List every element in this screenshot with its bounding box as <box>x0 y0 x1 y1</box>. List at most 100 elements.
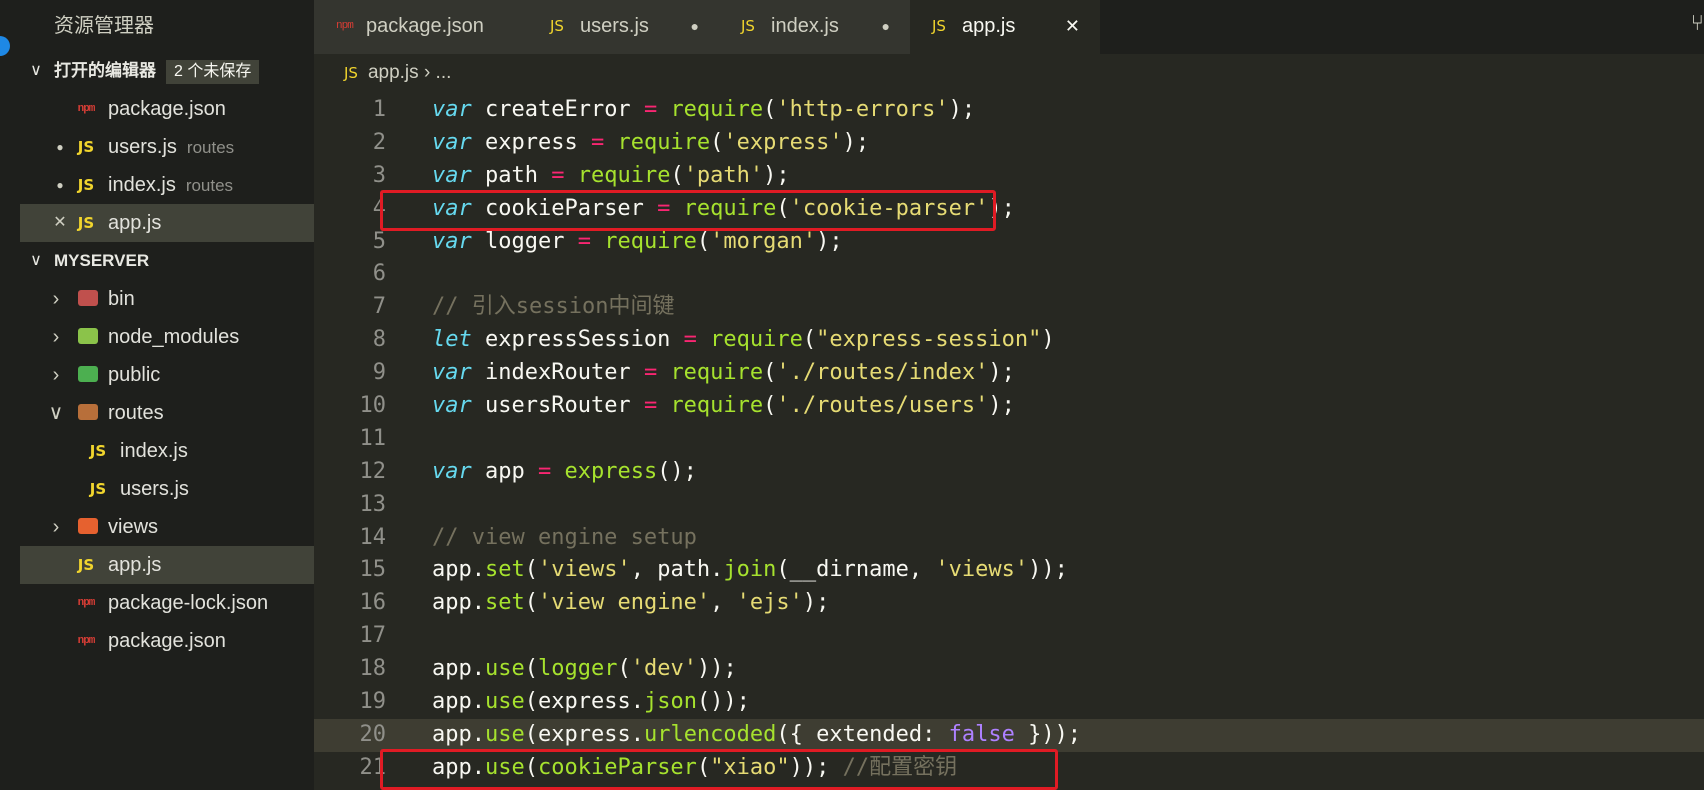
code-token: logger <box>537 656 618 682</box>
code-token: require <box>670 360 764 386</box>
line-number: 7 <box>372 294 386 320</box>
file-item[interactable]: JS app.js <box>20 546 314 584</box>
open-editors-header[interactable]: ∨ 打开的编辑器 2 个未保存 <box>20 52 314 90</box>
code-token: 'morgan' <box>710 228 817 254</box>
folder-item[interactable]: › node_modules <box>20 318 314 356</box>
code-line: 13 <box>314 489 1704 522</box>
close-icon[interactable]: ✕ <box>50 204 70 242</box>
line-number: 6 <box>372 261 386 287</box>
code-token: var <box>432 195 485 221</box>
code-token: var <box>432 228 485 254</box>
tab-index-js[interactable]: JS index.js ● <box>719 0 911 54</box>
activity-bar <box>0 0 20 790</box>
file-item[interactable]: npm package.json <box>20 622 314 660</box>
breadcrumb: JS app.js › ... <box>344 58 451 88</box>
line-content: var cookieParser = require('cookie-parse… <box>432 193 1015 226</box>
code-token: use <box>484 754 525 780</box>
breadcrumb-more[interactable]: ... <box>436 62 452 83</box>
code-token: ( <box>776 195 790 221</box>
file-label: package-lock.json <box>108 592 269 614</box>
breadcrumb-file[interactable]: app.js <box>368 62 419 83</box>
code-token: = <box>577 228 591 254</box>
account-badge[interactable] <box>0 36 10 56</box>
tab-label: package.json <box>366 15 484 37</box>
code-token: 'cookie-parser' <box>789 195 989 221</box>
code-token: var <box>432 97 485 122</box>
source-control-icon[interactable]: ⑂ <box>1691 10 1704 36</box>
close-icon[interactable]: ✕ <box>1065 0 1080 52</box>
code-token: expressSession <box>484 327 684 353</box>
line-content: var app = express(); <box>432 456 697 489</box>
code-lines: 1 var createError = require('http-errors'… <box>314 94 1704 785</box>
folder-item[interactable]: ∨ routes <box>20 394 314 432</box>
file-label: routes <box>108 402 164 424</box>
open-editors-label: 打开的编辑器 <box>54 61 156 80</box>
js-file-icon: JS <box>77 176 95 194</box>
npm-file-icon: npm <box>77 597 96 609</box>
code-token: ({ extended: <box>776 721 949 747</box>
folder-item[interactable]: › views <box>20 508 314 546</box>
code-line: 16 app.set('view engine', 'ejs'); <box>314 587 1704 620</box>
tab-users-js[interactable]: JS users.js ● <box>528 0 720 54</box>
file-label: index.js <box>120 440 188 462</box>
code-token: = <box>590 129 605 155</box>
line-number: 15 <box>359 557 387 583</box>
code-token: var <box>432 393 485 419</box>
open-editor-item[interactable]: ● JS users.js routes <box>20 128 314 166</box>
code-token: 'view engine' <box>537 590 711 616</box>
code-token: json <box>643 689 697 715</box>
code-token: require <box>577 162 671 188</box>
code-token: = <box>657 195 671 221</box>
code-token: = <box>643 393 658 419</box>
code-token: false <box>948 721 1015 747</box>
file-item[interactable]: JS users.js <box>20 470 314 508</box>
folder-bin-icon <box>78 290 98 306</box>
code-line: 4 var cookieParser = require('cookie-pars… <box>314 193 1704 226</box>
code-token: 'express' <box>723 129 843 155</box>
code-token: var <box>432 162 485 188</box>
line-content: var usersRouter = require('./routes/user… <box>432 390 1015 423</box>
code-token: path <box>484 162 552 188</box>
folder-item[interactable]: › bin <box>20 280 314 318</box>
code-token: ( <box>763 360 777 386</box>
folder-item[interactable]: › public <box>20 356 314 394</box>
code-line: 14 // view engine setup <box>314 522 1704 555</box>
line-number: 11 <box>359 425 387 451</box>
code-token: require <box>710 327 803 353</box>
open-editor-item[interactable]: ● JS index.js routes <box>20 166 314 204</box>
open-editor-item[interactable]: ✕ JS app.js <box>20 204 314 242</box>
code-editor[interactable]: 1 var createError = require('http-errors'… <box>314 94 1704 790</box>
project-header[interactable]: ∨ MYSERVER <box>20 242 314 280</box>
code-token: 'views' <box>537 557 631 583</box>
code-line: 2 var express = require('express'); <box>314 127 1704 160</box>
code-line: 12 var app = express(); <box>314 456 1704 489</box>
npm-file-icon: npm <box>336 20 354 32</box>
tab-package-json[interactable]: npm package.json <box>314 0 529 54</box>
code-token: ); <box>988 195 1015 221</box>
code-token: // view engine setup <box>432 524 697 550</box>
file-item[interactable]: npm package-lock.json <box>20 584 314 622</box>
line-content: app.use(express.urlencoded({ extended: f… <box>432 719 1081 752</box>
unsaved-dot-icon: ● <box>881 18 890 34</box>
code-token: use <box>484 689 525 715</box>
tab-app-js[interactable]: JS app.js ✕ <box>910 0 1101 54</box>
file-folder-hint: routes <box>185 176 234 195</box>
file-item[interactable]: JS index.js <box>20 432 314 470</box>
line-number: 1 <box>372 97 386 122</box>
code-token: "express-session" <box>816 327 1042 353</box>
code-token: express <box>484 129 591 155</box>
line-content: var path = require('path'); <box>432 160 790 193</box>
file-name: users.js routes <box>108 128 234 167</box>
code-token: use <box>484 656 525 682</box>
code-token: usersRouter <box>484 393 644 419</box>
line-content: app.use(cookieParser("xiao")); //配置密钥 <box>432 752 957 785</box>
code-line: 15 app.set('views', path.join(__dirname, … <box>314 554 1704 587</box>
code-token: express <box>564 458 658 484</box>
code-token: "xiao" <box>710 754 790 780</box>
code-token: ); <box>802 590 830 616</box>
open-editor-item[interactable]: npm package.json <box>20 90 314 128</box>
